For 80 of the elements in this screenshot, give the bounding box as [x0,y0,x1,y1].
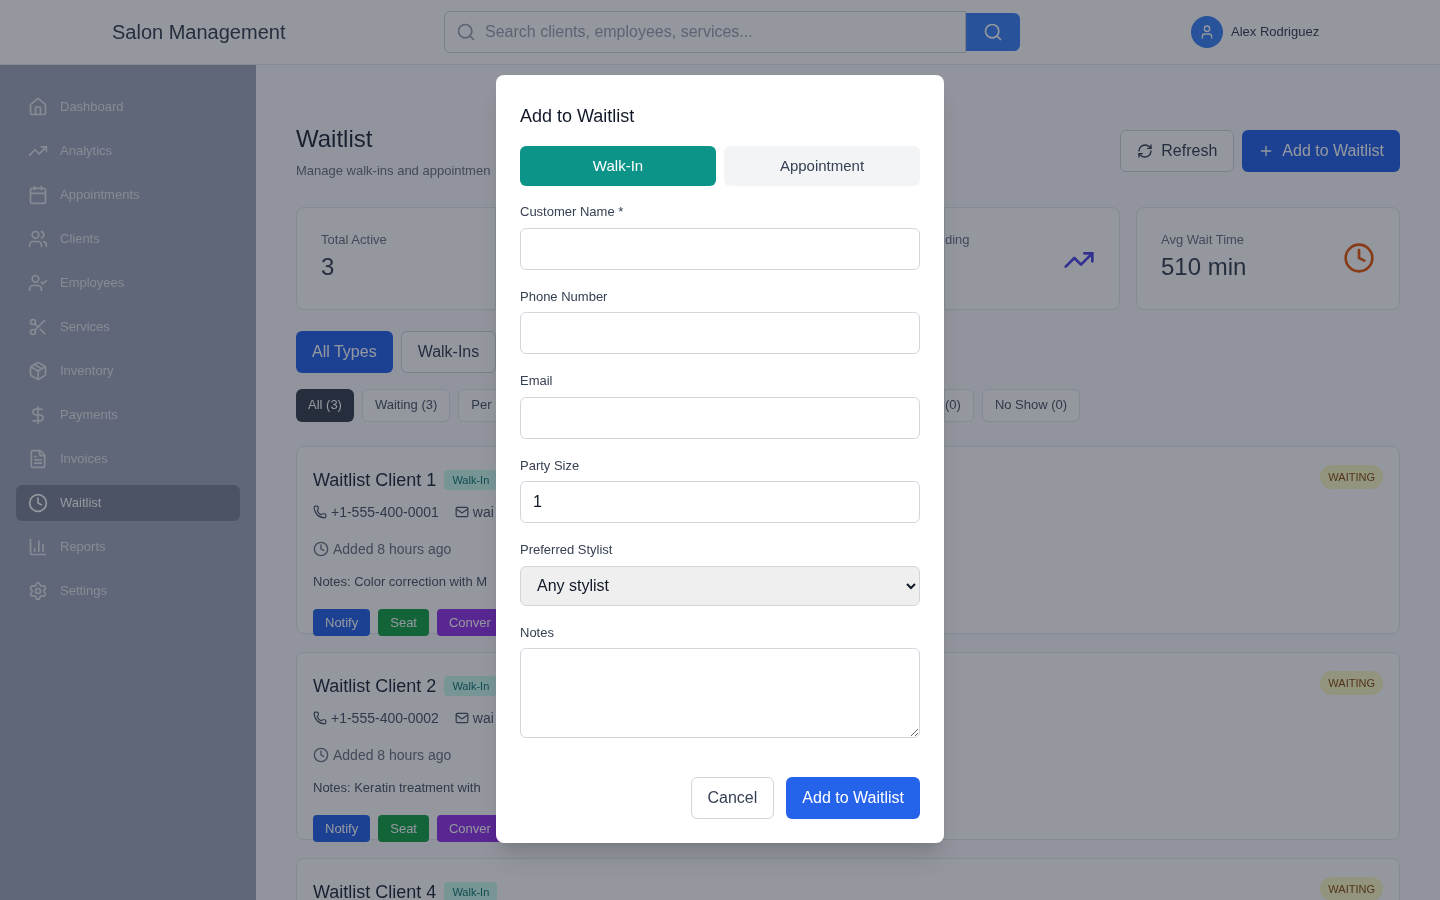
bar-chart-icon [28,537,48,557]
client-notes: Notes: Color correction with M [313,572,489,591]
refresh-button[interactable]: Refresh [1120,130,1235,172]
type-badge: Walk-In [444,881,498,900]
added-time: Added 8 hours ago [333,539,452,559]
settings-icon [28,581,48,601]
field-label: Phone Number [520,287,609,306]
phone-icon [313,505,327,519]
stat-label: Total Active [321,230,388,249]
status-filter[interactable]: No Show (0) [981,388,1081,422]
input-field[interactable]: 1 [520,481,920,523]
input-field[interactable] [520,396,920,439]
phone-icon [313,711,327,725]
client-phone: +1-555-400-0002 [331,708,439,728]
dialog-title: Add to Waitlist [520,105,636,128]
field-label: Email [520,372,554,390]
scissors-icon [28,317,48,337]
client-name: Waitlist Client 1 [313,468,437,492]
app-title: Salon Management [112,20,287,45]
status-filter[interactable]: All (3) [296,388,354,422]
client-notes: Notes: Keratin treatment with [313,778,482,797]
field-label: Notes [520,623,555,642]
field-label: Preferred Stylist [520,541,614,559]
user-name: Alex Rodriguez [1231,23,1320,42]
stylist-select[interactable]: Any stylist [520,565,920,606]
user-icon [1199,24,1215,40]
card-action-button[interactable]: Notify [313,815,371,842]
status-badge: WAITING [1320,876,1383,900]
users-icon [28,229,48,249]
card-action-button[interactable]: Seat [378,815,429,842]
added-time: Added 8 hours ago [333,745,452,765]
box-icon [28,361,48,381]
status-filter[interactable]: Waiting (3) [361,388,451,422]
refresh-icon [1137,143,1154,159]
user-check-icon [28,273,48,293]
status-filter[interactable]: (0) [944,388,974,422]
mail-icon [454,711,469,725]
cancel-button[interactable]: Cancel [690,777,775,819]
stat-value: 510 min [1161,252,1247,282]
client-email: wai [472,502,494,522]
stat-value: 3 [321,252,336,282]
client-email: wai [472,708,494,728]
type-badge: Walk-In [444,675,498,697]
input-field[interactable] [520,227,920,270]
status-badge: WAITING [1320,464,1383,489]
field-label: Party Size [520,456,581,475]
type-badge: Walk-In [444,469,498,491]
input-field[interactable] [520,312,920,354]
status-badge: WAITING [1320,670,1383,695]
submit-button[interactable]: Add to Waitlist [786,777,920,819]
client-name: Waitlist Client 4 [313,880,437,900]
calendar-icon [28,185,48,205]
stat-label: Avg Wait Time [1161,230,1246,249]
client-phone: +1-555-400-0001 [331,502,439,522]
client-name: Waitlist Client 2 [313,674,437,698]
sidebar-item[interactable]: Waitlist [16,485,240,521]
stat-label: ding [945,230,970,249]
search-button[interactable] [966,13,1020,51]
page-title: Waitlist [296,124,374,154]
search-icon [456,22,476,42]
clock-icon [313,541,329,557]
type-toggle[interactable]: Walk-In [520,146,716,186]
notes-field[interactable] [520,648,920,738]
search-field[interactable]: Search clients, employees, services... [444,11,966,53]
add-to-waitlist-button[interactable]: Add to Waitlist [1242,130,1400,172]
field-label: Customer Name * [520,203,625,221]
card-action-button[interactable]: Notify [313,609,371,636]
search-icon [983,22,1003,42]
document-icon [28,449,48,469]
page-subtitle: Manage walk-ins and appointmen [296,162,492,180]
type-tab[interactable]: All Types [296,330,393,373]
clock-icon [313,747,329,763]
type-toggle[interactable]: Appointment [724,146,920,186]
home-icon [28,97,48,117]
clock-icon [1343,241,1375,274]
mail-icon [454,505,469,519]
clock-icon [28,493,48,513]
card-action-button[interactable]: Seat [378,609,429,636]
user-avatar[interactable] [1191,16,1223,48]
type-tab[interactable]: Walk-Ins [400,330,497,373]
